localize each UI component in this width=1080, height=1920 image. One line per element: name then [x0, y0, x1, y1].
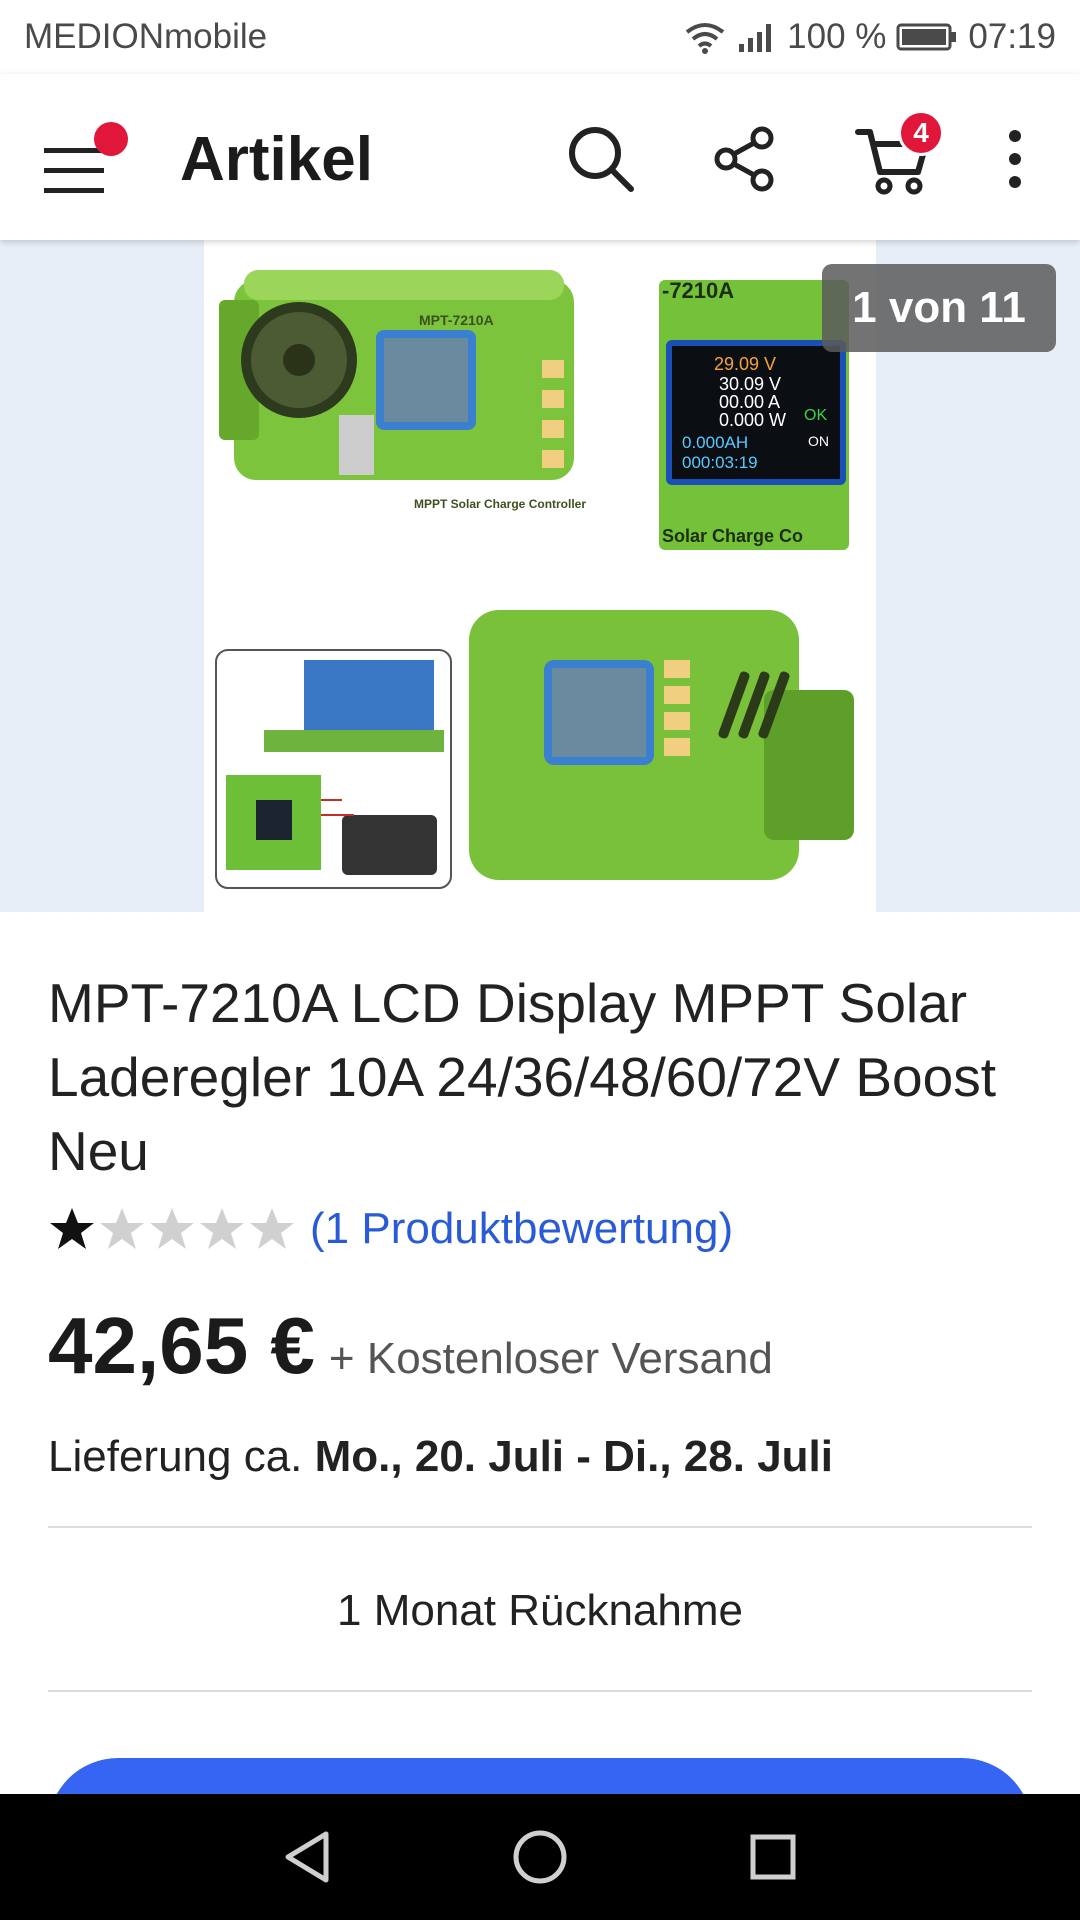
- price-row: 42,65 € + Kostenloser Versand: [48, 1300, 773, 1392]
- page-title: Artikel: [180, 125, 373, 194]
- lcd-on: ON: [808, 433, 829, 449]
- home-button[interactable]: [500, 1817, 580, 1897]
- delivery-estimate: Lieferung ca. Mo., 20. Juli - Di., 28. J…: [48, 1432, 833, 1482]
- shipping-info: + Kostenloser Versand: [328, 1334, 773, 1383]
- product-image[interactable]: MPT-7210A MPPT Solar Charge Controller -…: [204, 240, 876, 912]
- more-vert-icon: [1009, 130, 1021, 188]
- star-filled-icon: [50, 1208, 94, 1249]
- reviews-link[interactable]: (1 Produktbewertung): [310, 1204, 733, 1254]
- delivery-prefix: Lieferung ca.: [48, 1432, 303, 1481]
- carrier-label: MEDIONmobile: [24, 17, 268, 56]
- search-button[interactable]: [556, 114, 646, 204]
- delivery-dates: Mo., 20. Juli - Di., 28. Juli: [314, 1432, 833, 1481]
- clock: 07:19: [968, 17, 1056, 56]
- more-options-button[interactable]: [970, 114, 1060, 204]
- search-icon: [569, 127, 634, 192]
- star-empty-icon: [250, 1208, 294, 1249]
- home-circle-icon: [513, 1830, 567, 1884]
- image-caption-text: MPPT Solar Charge Controller: [414, 497, 586, 511]
- share-icon: [714, 126, 774, 192]
- product-title: MPT-7210A LCD Display MPPT Solar Ladereg…: [48, 972, 996, 1182]
- back-triangle-icon: [285, 1831, 329, 1883]
- image-zoom-caption-text: Solar Charge Co: [662, 526, 803, 546]
- price: 42,65 €: [48, 1301, 315, 1390]
- returns-policy[interactable]: 1 Monat Rücknahme: [0, 1586, 1080, 1636]
- lcd-line1: 29.09 V: [714, 354, 776, 374]
- rating-row[interactable]: (1 Produktbewertung): [48, 1204, 733, 1254]
- image-zoom-model-text: -7210A: [662, 278, 734, 303]
- battery-icon: [896, 23, 957, 51]
- lcd-ok: OK: [804, 407, 827, 424]
- image-model-text: MPT-7210A: [419, 312, 494, 328]
- battery-percent: 100 %: [787, 17, 887, 56]
- lcd-line6: 000:03:19: [682, 453, 758, 472]
- system-navigation-bar: [0, 1794, 1080, 1920]
- status-bar: MEDIONmobile 100 % 07:19: [0, 0, 1080, 74]
- status-indicators: 100 % 07:19: [683, 17, 1056, 57]
- menu-button[interactable]: [44, 122, 134, 202]
- star-empty-icon: [150, 1208, 194, 1249]
- recents-square-icon: [750, 1834, 796, 1880]
- image-gallery[interactable]: MPT-7210A MPPT Solar Charge Controller -…: [0, 240, 1080, 912]
- back-button[interactable]: [267, 1817, 347, 1897]
- signal-icon: [739, 24, 772, 52]
- divider: [48, 1690, 1032, 1692]
- recents-button[interactable]: [733, 1817, 813, 1897]
- lcd-line4: 0.000 W: [719, 410, 786, 430]
- divider: [48, 1526, 1032, 1528]
- image-counter: 1 von 11: [822, 264, 1056, 352]
- share-button[interactable]: [700, 114, 790, 204]
- star-empty-icon: [100, 1208, 144, 1249]
- lcd-line5: 0.000AH: [682, 433, 748, 452]
- notification-dot: [94, 122, 128, 156]
- app-bar: Artikel 4: [0, 74, 1080, 240]
- star-empty-icon: [200, 1208, 244, 1249]
- product-image-illustration: MPT-7210A MPPT Solar Charge Controller -…: [215, 270, 854, 889]
- cart-count-badge: 4: [898, 110, 944, 156]
- lcd-line3: 00.00 A: [719, 392, 780, 412]
- cart-button[interactable]: 4: [848, 110, 944, 204]
- wifi-icon: [685, 23, 725, 54]
- lcd-line2: 30.09 V: [719, 374, 781, 394]
